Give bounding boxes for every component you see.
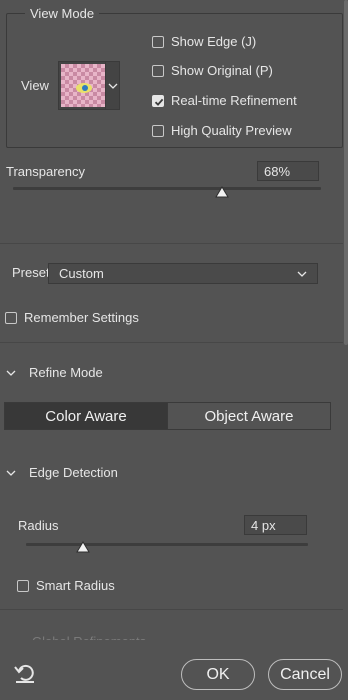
realtime-refinement-label: Real-time Refinement xyxy=(171,93,297,108)
divider xyxy=(0,243,343,244)
divider xyxy=(0,609,343,610)
show-edge-label: Show Edge (J) xyxy=(171,34,257,49)
divider xyxy=(0,342,343,343)
color-aware-button[interactable]: Color Aware xyxy=(5,403,167,429)
edge-detection-header[interactable]: Edge Detection xyxy=(6,465,118,480)
realtime-refinement-option[interactable]: Real-time Refinement xyxy=(152,93,297,108)
chevron-down-icon xyxy=(6,370,16,376)
scrollbar-thumb[interactable] xyxy=(344,0,348,345)
transparency-slider-thumb[interactable] xyxy=(215,186,229,198)
high-quality-preview-option[interactable]: High Quality Preview xyxy=(152,123,292,138)
view-mode-thumbnail xyxy=(61,64,105,107)
radius-input[interactable]: 4 px xyxy=(244,515,307,535)
remember-settings-label: Remember Settings xyxy=(24,310,139,325)
transparency-label: Transparency xyxy=(6,164,85,179)
show-edge-option[interactable]: Show Edge (J) xyxy=(152,34,256,49)
smart-radius-checkbox[interactable] xyxy=(17,579,29,592)
cancel-button[interactable]: Cancel xyxy=(268,659,342,690)
ok-button[interactable]: OK xyxy=(181,659,255,690)
preset-label: Preset xyxy=(12,265,50,280)
smart-radius-option[interactable]: Smart Radius xyxy=(17,578,115,593)
smart-radius-label: Smart Radius xyxy=(36,578,115,593)
preview-subject-icon xyxy=(76,83,92,93)
chevron-down-icon xyxy=(297,271,307,277)
chevron-down-icon xyxy=(108,83,117,89)
edge-detection-title: Edge Detection xyxy=(29,465,118,480)
high-quality-preview-checkbox[interactable] xyxy=(152,124,164,137)
view-mode-dropdown[interactable] xyxy=(58,61,120,110)
view-mode-title: View Mode xyxy=(25,6,100,21)
show-original-label: Show Original (P) xyxy=(171,63,273,78)
checkmark-icon xyxy=(154,98,164,106)
remember-settings-option[interactable]: Remember Settings xyxy=(5,310,139,325)
show-original-checkbox[interactable] xyxy=(152,64,164,77)
transparency-input[interactable]: 68% xyxy=(257,161,319,181)
global-refinements-header-partial: Global Refinements xyxy=(32,631,146,640)
scrollbar[interactable] xyxy=(344,0,348,640)
transparency-slider-track[interactable] xyxy=(13,187,321,190)
remember-settings-checkbox[interactable] xyxy=(5,311,17,324)
reset-icon[interactable] xyxy=(13,663,37,685)
radius-slider-thumb[interactable] xyxy=(76,541,90,553)
refine-mode-header[interactable]: Refine Mode xyxy=(6,365,103,380)
view-mode-dropdown-arrow[interactable] xyxy=(105,62,119,109)
preset-select-value: Custom xyxy=(59,266,104,281)
refine-mode-toggle[interactable]: Color Aware Object Aware xyxy=(4,402,331,430)
show-original-option[interactable]: Show Original (P) xyxy=(152,63,273,78)
show-edge-checkbox[interactable] xyxy=(152,35,164,48)
realtime-refinement-checkbox[interactable] xyxy=(152,94,164,107)
chevron-down-icon xyxy=(6,470,16,476)
radius-slider-track[interactable] xyxy=(26,543,308,546)
radius-label: Radius xyxy=(18,518,59,533)
object-aware-button[interactable]: Object Aware xyxy=(167,403,330,429)
high-quality-preview-label: High Quality Preview xyxy=(171,123,292,138)
refine-mode-title: Refine Mode xyxy=(29,365,103,380)
preset-select[interactable]: Custom xyxy=(48,263,318,284)
view-label: View xyxy=(21,78,49,93)
